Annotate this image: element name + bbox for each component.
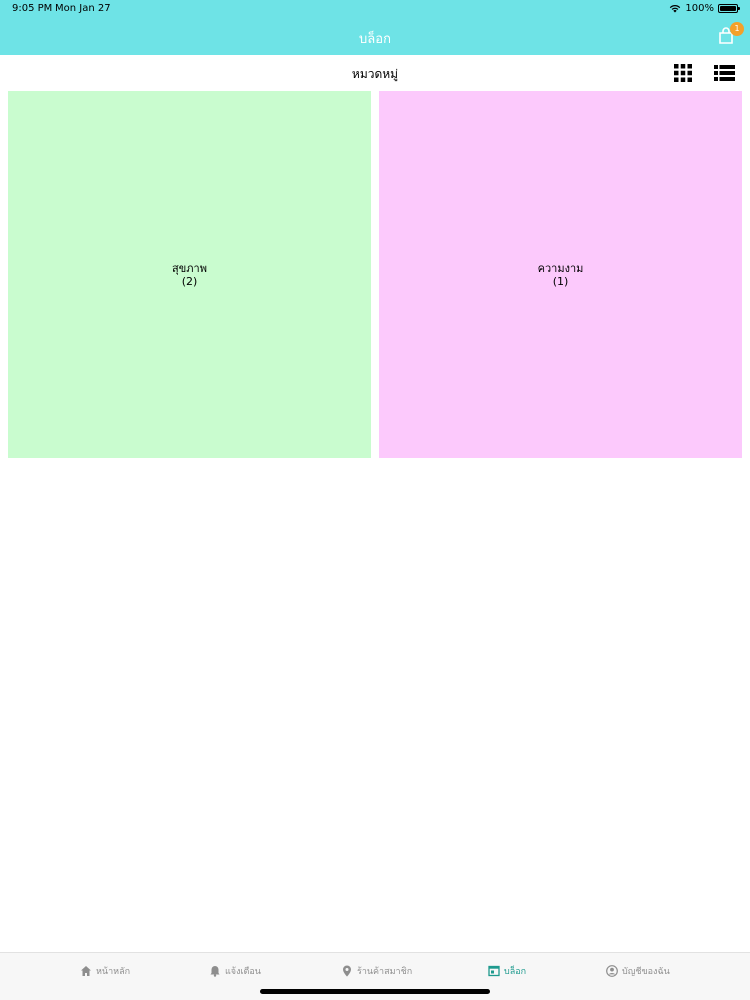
app-header: 9:05 PM Mon Jan 27 100% บล็อก 1 — [0, 0, 750, 55]
category-count: (1) — [552, 274, 569, 288]
category-name: ความงาม — [537, 261, 584, 275]
tab-my-account-label: บัญชีของฉัน — [622, 967, 670, 977]
toolbar-title: หมวดหมู่ — [351, 67, 399, 81]
cart-badge: 1 — [730, 22, 744, 36]
tab-member-stores-label: ร้านค้าสมาชิก — [357, 967, 413, 977]
status-right: 100% — [669, 3, 740, 14]
home-indicator — [260, 989, 490, 994]
battery-icon — [718, 4, 740, 13]
category-name: สุขภาพ — [172, 261, 207, 275]
status-date: Mon Jan 27 — [55, 3, 111, 14]
home-icon — [81, 966, 91, 976]
tab-my-account[interactable]: บัญชีของฉัน — [606, 963, 670, 979]
blog-icon — [488, 965, 500, 977]
category-card-health[interactable]: สุขภาพ (2) — [8, 91, 371, 458]
location-pin-icon — [343, 965, 351, 977]
tab-blog-label: บล็อก — [504, 967, 527, 977]
status-time: 9:05 PM — [12, 3, 53, 14]
battery-fill — [720, 6, 736, 11]
list-view-icon[interactable] — [714, 64, 735, 82]
bell-icon — [210, 966, 220, 977]
category-grid: สุขภาพ (2) ความงาม (1) — [8, 91, 742, 458]
category-card-beauty[interactable]: ความงาม (1) — [379, 91, 742, 458]
tab-member-stores[interactable]: ร้านค้าสมาชิก — [341, 963, 412, 979]
tab-home[interactable]: หน้าหลัก — [80, 963, 130, 979]
page-title: บล็อก — [359, 32, 391, 47]
battery-percent: 100% — [685, 3, 714, 14]
status-bar: 9:05 PM Mon Jan 27 100% — [0, 0, 750, 18]
tab-notifications[interactable]: แจ้งเตือน — [209, 963, 261, 979]
category-toolbar: หมวดหมู่ — [0, 55, 750, 91]
wifi-icon — [670, 5, 681, 13]
tab-notifications-label: แจ้งเตือน — [225, 967, 261, 977]
tab-blog[interactable]: บล็อก — [488, 963, 526, 979]
tab-home-label: หน้าหลัก — [96, 967, 131, 977]
category-count: (2) — [181, 274, 198, 288]
grid-view-icon[interactable] — [674, 64, 692, 82]
account-icon — [606, 965, 618, 977]
